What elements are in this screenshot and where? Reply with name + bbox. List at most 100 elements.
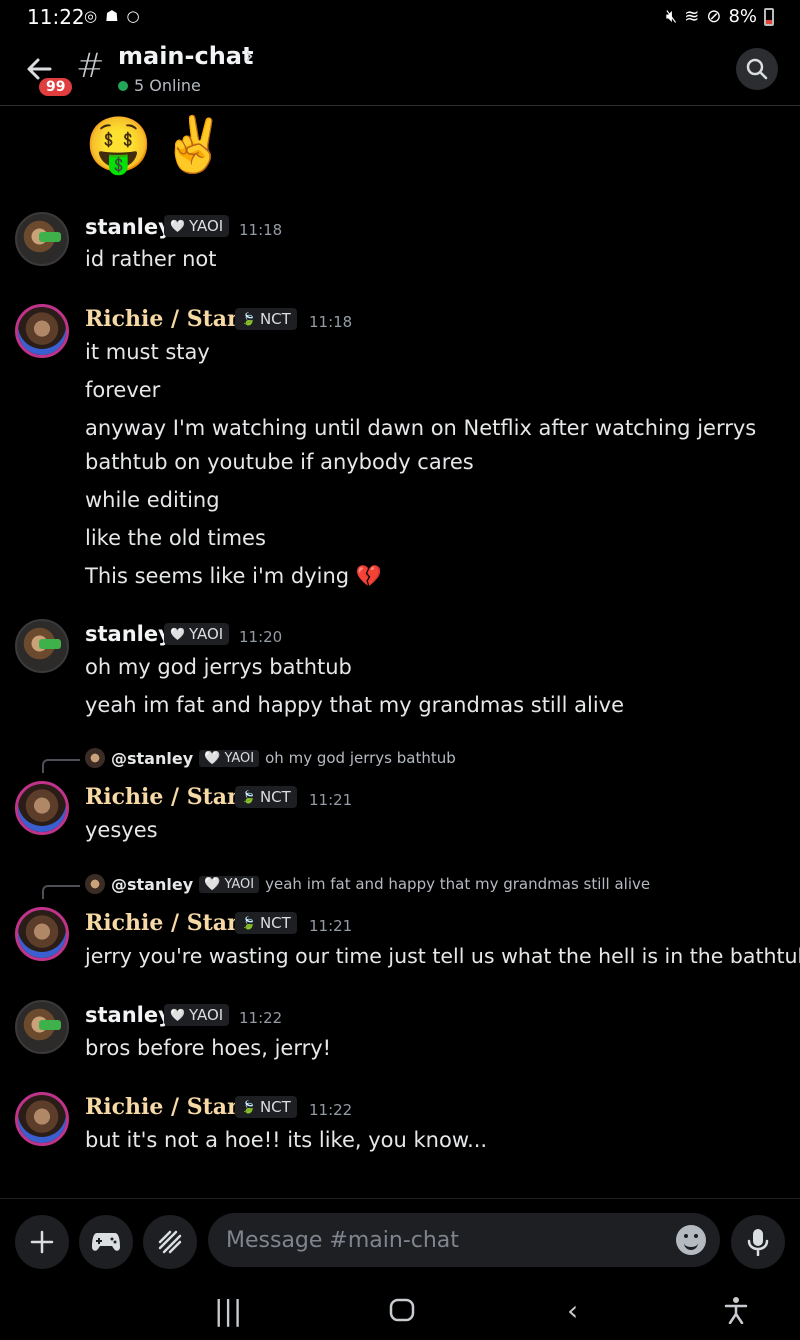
avatar[interactable]	[15, 1092, 69, 1146]
role-tag: 🤍 YAOI	[164, 215, 230, 237]
emoji-message: 🤑 ✌️	[85, 112, 228, 178]
battery-percent: 8%	[728, 6, 757, 27]
heart-icon: 🤍	[170, 1008, 185, 1022]
avatar[interactable]	[15, 907, 69, 961]
unread-badge: 99	[37, 76, 75, 98]
reply-preview[interactable]: @stanley 🤍 YAOI oh my god jerrys bathtub	[85, 748, 456, 768]
voice-message-button[interactable]	[731, 1215, 785, 1269]
timestamp: 11:22	[309, 1101, 353, 1119]
role-tag: 🤍 YAOI	[164, 623, 230, 645]
peace-emoji: ✌️	[160, 113, 228, 176]
message-text: jerry you're wasting our time just tell …	[85, 944, 800, 968]
mute-icon: 🔇︎	[665, 6, 678, 27]
reply-preview[interactable]: @stanley 🤍 YAOI yeah im fat and happy th…	[85, 874, 650, 894]
leaf-icon: 🍃	[241, 1100, 256, 1114]
author-name[interactable]: stanley	[85, 622, 172, 646]
avatar[interactable]	[15, 212, 69, 266]
avatar[interactable]	[15, 1000, 69, 1054]
role-tag: 🤍 YAOI	[164, 1004, 230, 1026]
author-name[interactable]: Richie / Stan .	[85, 910, 258, 936]
chevron-right-icon[interactable]: ›	[245, 44, 254, 69]
reply-connector	[42, 885, 80, 899]
gamepad-icon	[92, 1233, 120, 1251]
money-mouth-emoji: 🤑	[85, 113, 153, 176]
message-text: oh my god jerrys bathtub	[85, 655, 352, 679]
recent-apps-icon[interactable]: |||	[214, 1294, 242, 1327]
message-input[interactable]	[208, 1213, 720, 1267]
status-time: 11:22	[27, 5, 85, 29]
reply-role-tag: 🤍 YAOI	[199, 875, 260, 893]
status-bar: 11:22 ◎ ☗ ○ 🔇︎ ≋ ⊘ 8%	[0, 0, 800, 34]
role-tag: 🍃 NCT	[235, 912, 297, 934]
online-label: 5 Online	[134, 76, 201, 95]
timestamp: 11:20	[239, 628, 283, 646]
message-text: but it's not a hoe!! its like, you know.…	[85, 1128, 488, 1152]
message-text: anyway I'm watching until dawn on Netfli…	[85, 416, 757, 440]
leaf-icon: 🍃	[241, 916, 256, 930]
message-text: bros before hoes, jerry!	[85, 1036, 332, 1060]
accessibility-icon[interactable]	[723, 1296, 749, 1324]
reply-avatar	[85, 748, 105, 768]
role-tag: 🍃 NCT	[235, 786, 297, 808]
avatar[interactable]	[15, 781, 69, 835]
message-text: it must stay	[85, 340, 210, 364]
avatar[interactable]	[15, 304, 69, 358]
reply-role-tag: 🤍 YAOI	[199, 749, 260, 767]
timestamp: 11:18	[309, 313, 353, 331]
emoji-picker-icon[interactable]	[676, 1225, 706, 1255]
online-count: 5 Online	[118, 76, 201, 95]
message-text: yeah im fat and happy that my grandmas s…	[85, 693, 624, 717]
message-text: This seems like i'm dying 💔	[85, 564, 382, 588]
android-icon: ☗	[105, 7, 119, 25]
wifi-icon: ≋	[684, 6, 700, 27]
apps-sparkle-icon	[158, 1230, 182, 1254]
reply-text: yeah im fat and happy that my grandmas s…	[265, 875, 651, 893]
heart-icon: 🤍	[170, 219, 185, 233]
role-tag: 🍃 NCT	[235, 308, 297, 330]
message-text: like the old times	[85, 526, 266, 550]
whatsapp-icon: ◎	[84, 7, 98, 25]
plus-icon	[30, 1230, 54, 1254]
circle-icon: ○	[126, 7, 140, 25]
avatar[interactable]	[15, 619, 69, 673]
add-attachment-button[interactable]	[15, 1215, 69, 1269]
author-name[interactable]: Richie / Stan .	[85, 784, 258, 810]
timestamp: 11:22	[239, 1009, 283, 1027]
reply-avatar	[85, 874, 105, 894]
message-composer	[0, 1198, 800, 1280]
reply-text: oh my god jerrys bathtub	[265, 749, 456, 767]
search-icon	[746, 58, 768, 80]
message-text: bathtub on youtube if anybody cares	[85, 450, 474, 474]
microphone-icon	[747, 1229, 769, 1256]
author-name[interactable]: Richie / Stan .	[85, 1094, 258, 1120]
timestamp: 11:21	[309, 917, 353, 935]
leaf-icon: 🍃	[241, 790, 256, 804]
reply-username: @stanley	[111, 874, 194, 894]
dnd-icon: ⊘	[706, 6, 722, 27]
reply-connector	[42, 759, 80, 773]
system-nav-bar: ||| ‹	[0, 1280, 800, 1340]
message-text: while editing	[85, 488, 220, 512]
heart-icon: 🤍	[170, 627, 185, 641]
online-dot-icon	[118, 80, 128, 91]
home-icon[interactable]	[389, 1298, 415, 1322]
timestamp: 11:21	[309, 791, 353, 809]
battery-icon	[764, 7, 774, 26]
back-nav-icon[interactable]: ‹	[567, 1294, 578, 1327]
message-text: id rather not	[85, 247, 217, 271]
role-tag: 🍃 NCT	[235, 1096, 297, 1118]
author-name[interactable]: stanley	[85, 1003, 172, 1027]
channel-title[interactable]: main-chat	[118, 42, 253, 70]
message-text: yesyes	[85, 818, 158, 842]
search-button[interactable]	[736, 48, 778, 90]
timestamp: 11:18	[239, 221, 283, 239]
channel-header: 99 # main-chat › 5 Online	[0, 34, 800, 106]
author-name[interactable]: Richie / Stan .	[85, 306, 258, 332]
reply-username: @stanley	[111, 748, 194, 768]
leaf-icon: 🍃	[241, 312, 256, 326]
message-text: forever	[85, 378, 161, 402]
author-name[interactable]: stanley	[85, 215, 172, 239]
hash-icon: #	[76, 46, 105, 86]
apps-button[interactable]	[143, 1215, 197, 1269]
activities-button[interactable]	[79, 1215, 133, 1269]
